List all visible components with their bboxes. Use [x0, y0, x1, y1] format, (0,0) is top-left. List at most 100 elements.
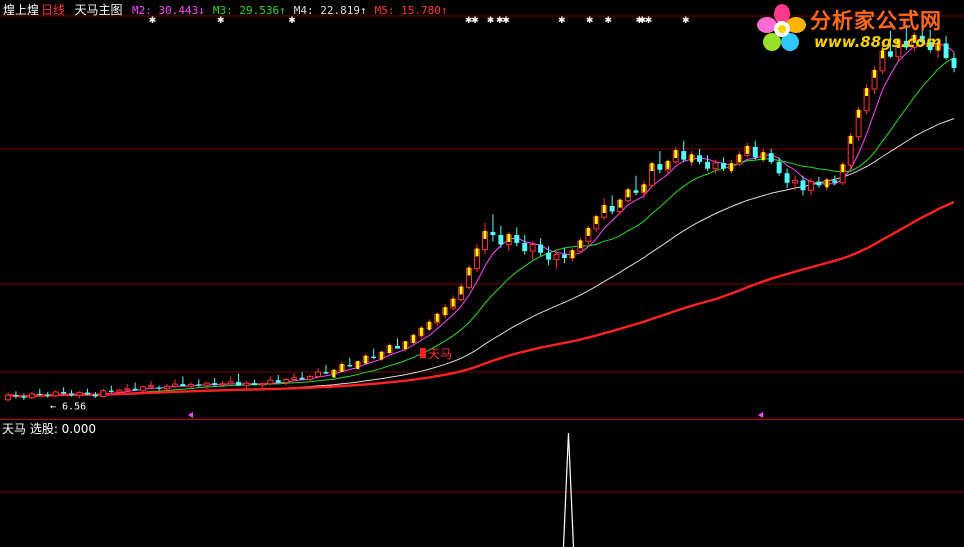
candle[interactable] — [768, 148, 774, 165]
candle[interactable] — [498, 225, 504, 248]
candle-body — [347, 364, 353, 367]
candle[interactable] — [529, 241, 536, 260]
candle[interactable] — [227, 376, 234, 386]
candle-body — [251, 383, 257, 386]
candle-body — [108, 390, 114, 392]
signal-bar — [356, 361, 360, 370]
candle[interactable] — [76, 391, 83, 399]
candle-body — [553, 253, 560, 261]
period-label[interactable]: 日线 — [41, 3, 65, 17]
ma-readout-2: M2: 30.443↓ — [132, 4, 205, 17]
signal-bar — [841, 164, 845, 173]
candle[interactable] — [45, 391, 51, 398]
candle-body — [92, 394, 98, 397]
candle-body — [712, 162, 719, 170]
candle[interactable] — [538, 238, 544, 257]
candle[interactable] — [100, 388, 107, 398]
candle[interactable] — [514, 227, 520, 247]
candle[interactable] — [490, 214, 496, 242]
candle[interactable] — [37, 388, 43, 396]
candle[interactable] — [132, 382, 138, 391]
candle[interactable] — [609, 195, 615, 215]
signal-bar — [364, 355, 368, 364]
candle[interactable] — [52, 390, 59, 398]
header-bar: 煌上煌 日线 天马主图 M2: 30.443↓ M3: 29.536↑ M4: 22.… — [3, 3, 457, 18]
candle[interactable] — [108, 385, 114, 393]
ma-readouts: M2: 30.443↓ M3: 29.536↑ M4: 22.819↑ M5: 15.… — [132, 4, 455, 17]
candle[interactable] — [697, 148, 703, 165]
signal-bar — [340, 363, 344, 372]
signal-bar — [825, 179, 829, 188]
candle-body — [187, 383, 194, 387]
candle-body — [562, 254, 567, 258]
candle[interactable] — [259, 382, 266, 389]
candle[interactable] — [212, 378, 218, 386]
candle[interactable] — [275, 375, 281, 383]
candle-body — [45, 394, 51, 396]
candle-body — [307, 376, 314, 381]
candle[interactable] — [816, 176, 822, 188]
signal-bar — [435, 313, 439, 322]
candle[interactable] — [267, 376, 274, 386]
signal-bar — [602, 204, 606, 213]
candle[interactable] — [522, 234, 528, 255]
candle[interactable] — [283, 378, 290, 386]
candle[interactable] — [251, 379, 257, 386]
candle[interactable] — [951, 52, 957, 73]
signal-bar — [690, 154, 694, 163]
candle-body — [816, 181, 822, 186]
signal-bar — [411, 334, 415, 343]
candle-body — [951, 58, 957, 68]
candle[interactable] — [92, 391, 98, 398]
candle[interactable] — [562, 247, 567, 264]
low-price-label: ← 6.56 — [50, 402, 86, 413]
candle[interactable] — [681, 140, 687, 162]
flower-logo-icon — [757, 4, 806, 51]
candle[interactable] — [180, 376, 186, 387]
candle[interactable] — [315, 367, 321, 379]
candle[interactable] — [553, 251, 560, 269]
star-marker: ✱ — [682, 16, 690, 26]
candle-body — [37, 393, 43, 395]
candle-body — [196, 384, 202, 386]
range-start-marker — [188, 412, 193, 418]
candle[interactable] — [203, 381, 210, 389]
candle[interactable] — [371, 348, 377, 360]
candle[interactable] — [21, 393, 27, 401]
candle-body — [275, 380, 281, 383]
ma-line-purple — [7, 42, 955, 397]
candle[interactable] — [236, 373, 241, 386]
candle-body — [299, 377, 305, 380]
candle[interactable] — [156, 385, 162, 391]
signal-bar — [666, 160, 670, 169]
star-marker: ✱ — [502, 16, 510, 26]
candle-body — [219, 383, 226, 386]
candle[interactable] — [347, 357, 353, 368]
candle-body — [148, 385, 155, 388]
candle[interactable] — [705, 155, 711, 171]
candle[interactable] — [148, 381, 155, 389]
candle[interactable] — [5, 392, 11, 402]
logo-title: 分析家公式网 — [810, 9, 942, 33]
candlestick-chart[interactable]: ✱ ✱ ✱ ✱✱ ✱ ✱✱ ✱ ✱ ✱ ✱✱✱ ✱← 6.56天马天马 选股: 0.000 — [0, 0, 964, 547]
signal-bar — [873, 69, 877, 78]
candle[interactable] — [307, 375, 314, 382]
candle[interactable] — [61, 387, 67, 395]
indicator-name: 天马主图 — [74, 3, 123, 17]
candle[interactable] — [395, 338, 400, 349]
candle[interactable] — [85, 388, 90, 396]
candle-body — [291, 377, 298, 381]
candle[interactable] — [243, 381, 250, 389]
candle[interactable] — [657, 151, 663, 174]
star-marker: ✱ — [605, 16, 613, 26]
candle[interactable] — [323, 364, 329, 375]
candle-body — [529, 244, 536, 252]
candle[interactable] — [752, 140, 758, 160]
candle-body — [156, 387, 162, 389]
candle-body — [776, 161, 782, 174]
candle[interactable] — [299, 372, 305, 380]
candle[interactable] — [633, 175, 639, 196]
signal-bar — [483, 230, 487, 239]
candle[interactable] — [784, 168, 790, 188]
candle[interactable] — [28, 391, 35, 400]
